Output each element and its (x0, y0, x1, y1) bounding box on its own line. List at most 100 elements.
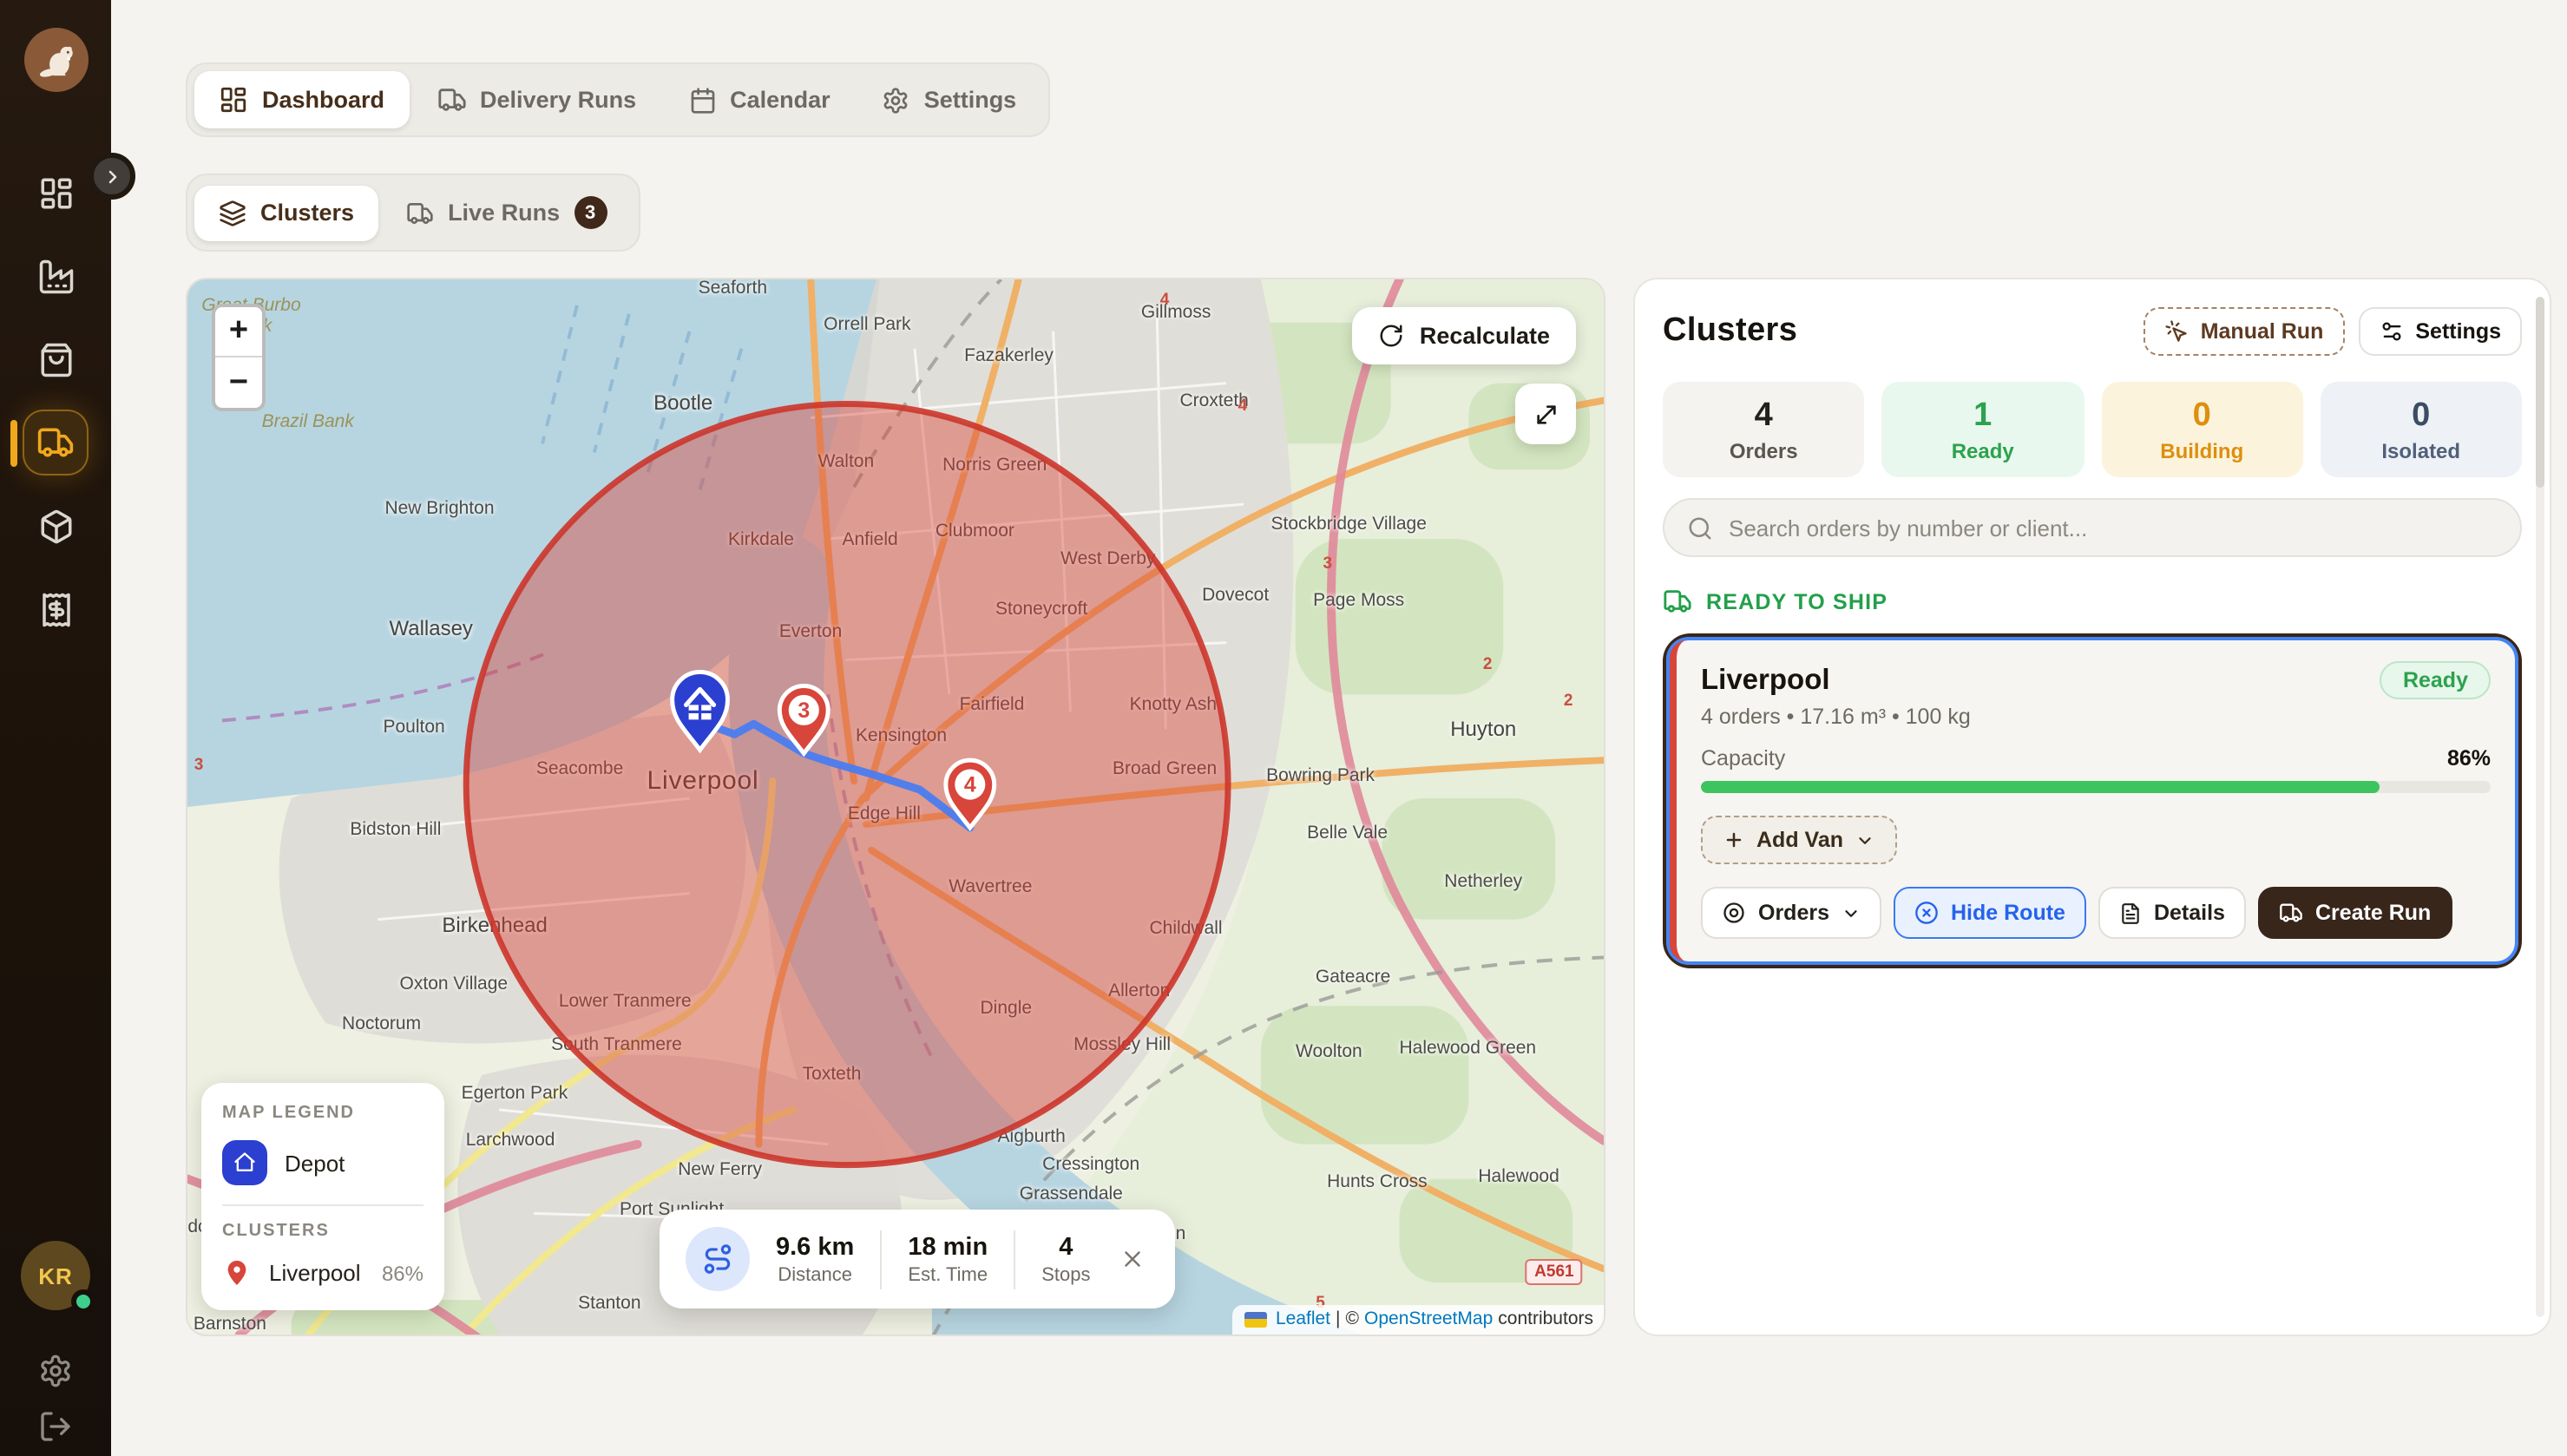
app-root: KR Dashboard Delivery Runs Calendar Sett… (0, 0, 2567, 1456)
order-search (1663, 498, 2522, 557)
add-van-button[interactable]: Add Van (1701, 816, 1897, 864)
tab-label: Calendar (730, 87, 830, 113)
refresh-icon (1378, 323, 1404, 349)
hide-route-button[interactable]: Hide Route (1894, 887, 2086, 939)
truck-icon (406, 199, 434, 226)
tab-settings[interactable]: Settings (858, 72, 1041, 128)
map-zoom-control: + − (212, 304, 266, 411)
road-shield-a561: A561 (1526, 1258, 1582, 1284)
tab-delivery-runs[interactable]: Delivery Runs (412, 71, 660, 128)
map-place-label: Broad Green (1113, 758, 1217, 779)
map-place-label: Halewood (1478, 1166, 1559, 1187)
tab-calendar[interactable]: Calendar (664, 72, 855, 128)
orders-label: Orders (1758, 901, 1829, 925)
shopping-bag-icon (37, 341, 74, 377)
map-place-label: Walton (818, 451, 875, 472)
cluster-meta: 4 orders • 17.16 m³ • 100 kg (1701, 705, 2491, 729)
cluster-map[interactable]: SeaforthOrrell ParkGillmossFazakerleyBoo… (186, 278, 1605, 1336)
route-icon (701, 1243, 734, 1276)
map-place-label: Liverpool (647, 766, 759, 796)
house-icon (233, 1151, 257, 1175)
tab-live-runs[interactable]: Live Runs 3 (382, 182, 631, 243)
map-place-label: Poulton (383, 718, 444, 738)
map-place-label: Stanton (578, 1293, 640, 1314)
map-place-label: Edge Hill (848, 803, 921, 823)
zoom-in-button[interactable]: + (215, 307, 262, 357)
tab-label: Clusters (260, 200, 354, 226)
map-place-label: Toxteth (803, 1064, 862, 1085)
close-icon (1119, 1246, 1146, 1272)
map-place-label: Dovecot (1202, 586, 1269, 607)
map-place-label: Mossley Hill (1073, 1034, 1171, 1055)
sidebar-logout-button[interactable] (0, 1409, 111, 1444)
sidebar-item-orders[interactable] (23, 326, 89, 392)
map-place-label: Bootle (653, 390, 712, 415)
map-place-label: Bidston Hill (350, 819, 441, 840)
map-place-label: Lower Tranmere (559, 991, 692, 1012)
route-summary-close-button[interactable] (1116, 1243, 1149, 1276)
sidebar-item-dashboard[interactable] (23, 160, 89, 226)
openstreetmap-link[interactable]: OpenStreetMap (1364, 1308, 1493, 1329)
beaver-logo-icon (34, 37, 79, 82)
map-place-label: Gillmoss (1141, 303, 1211, 324)
tab-clusters[interactable]: Clusters (194, 185, 378, 240)
tab-dashboard[interactable]: Dashboard (194, 71, 409, 128)
map-place-label: Huyton (1450, 717, 1516, 741)
map-place-label: Barnston (194, 1314, 266, 1335)
map-place-label: Hunts Cross (1327, 1172, 1428, 1193)
map-place-label: New Brighton (384, 498, 494, 519)
map-place-label: Clubmoor (936, 521, 1014, 542)
sidebar-settings-button[interactable] (0, 1354, 111, 1388)
map-place-label: Aigburth (998, 1125, 1066, 1146)
add-van-label: Add Van (1756, 828, 1843, 852)
divider (1014, 1230, 1015, 1289)
map-place-label: Orrell Park (824, 314, 910, 335)
divider (880, 1230, 882, 1289)
map-place-label: Belle Vale (1307, 823, 1388, 843)
panel-scrollbar-thumb[interactable] (2536, 297, 2544, 488)
main-tab-bar: Dashboard Delivery Runs Calendar Setting… (186, 62, 1049, 137)
stat-orders: 4Orders (1663, 382, 1865, 477)
legend-cluster-capacity: 86% (382, 1261, 423, 1285)
capacity-percent: 86% (2447, 746, 2491, 771)
map-water-label: Brazil Bank (262, 411, 354, 432)
orders-dropdown-button[interactable]: Orders (1701, 887, 1881, 939)
ukraine-flag-icon (1244, 1311, 1267, 1327)
cluster-settings-button[interactable]: Settings (2358, 307, 2522, 356)
route-summary-bar: 9.6 km Distance 18 min Est. Time 4 Stops (660, 1210, 1175, 1308)
map-place-label: Stockbridge Village (1271, 514, 1427, 535)
calendar-icon (688, 86, 716, 114)
tab-label: Dashboard (262, 87, 384, 113)
map-road-number: 4 (1160, 291, 1170, 310)
sidebar-expand-button[interactable] (89, 153, 135, 200)
map-place-label: Norris Green (942, 455, 1047, 475)
user-avatar[interactable]: KR (21, 1241, 90, 1310)
route-stops: 4 Stops (1041, 1233, 1090, 1285)
sidebar-item-invoices[interactable] (23, 576, 89, 642)
map-legend: MAP LEGEND Depot CLUSTERS Liverpool 86% (201, 1083, 444, 1310)
sidebar-item-inventory[interactable] (23, 493, 89, 559)
app-logo[interactable] (24, 28, 89, 92)
map-place-label: South Tranmere (551, 1035, 682, 1056)
attribution-copyright: © (1346, 1308, 1360, 1329)
map-place-label: Netherley (1444, 870, 1522, 891)
sub-tab-bar: Clusters Live Runs 3 (186, 174, 640, 252)
live-runs-count-badge: 3 (574, 196, 607, 229)
zoom-out-button[interactable]: − (215, 357, 262, 408)
map-place-label: Kensington (856, 725, 947, 745)
cluster-card-liverpool[interactable]: Liverpool Ready 4 orders • 17.16 m³ • 10… (1663, 633, 2522, 968)
sidebar-item-production[interactable] (23, 243, 89, 309)
map-place-label: Fairfield (960, 694, 1025, 715)
map-place-label: Fazakerley (964, 346, 1054, 367)
leaflet-link[interactable]: Leaflet (1276, 1308, 1330, 1329)
order-search-input[interactable] (1729, 515, 2498, 541)
sidebar: KR (0, 0, 111, 1456)
map-fullscreen-button[interactable] (1515, 384, 1576, 444)
map-place-label: Cressington (1042, 1154, 1139, 1175)
manual-run-button[interactable]: Manual Run (2144, 307, 2345, 356)
map-place-label: Oxton Village (400, 974, 509, 994)
details-button[interactable]: Details (2098, 887, 2246, 939)
create-run-button[interactable]: Create Run (2258, 887, 2452, 939)
recalculate-button[interactable]: Recalculate (1352, 307, 1576, 364)
sidebar-item-deliveries[interactable] (23, 410, 89, 475)
